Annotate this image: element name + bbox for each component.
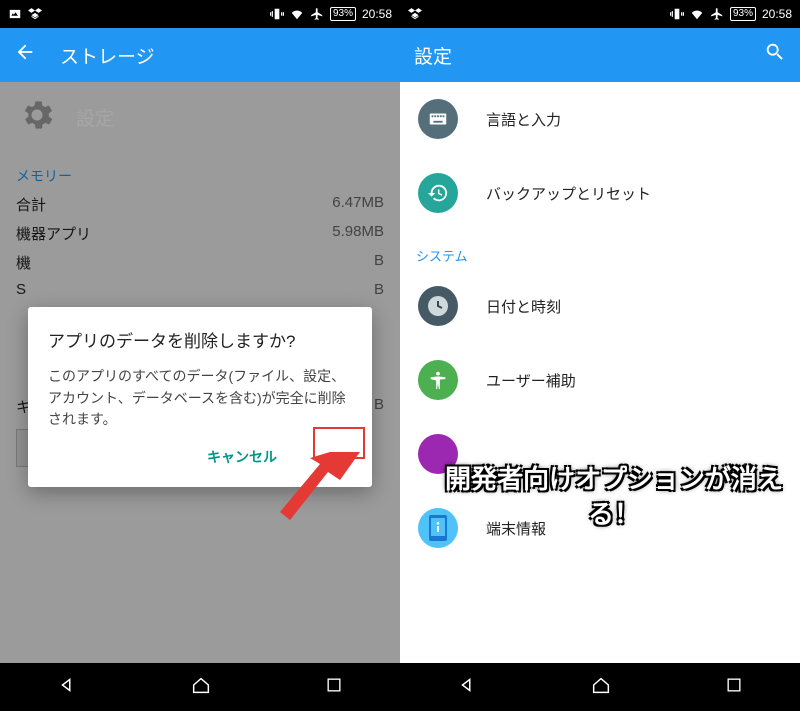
list-item-label: 日付と時刻 bbox=[486, 296, 561, 317]
cancel-button[interactable]: キャンセル bbox=[207, 447, 277, 475]
appbar-title: ストレージ bbox=[60, 42, 155, 69]
back-icon[interactable] bbox=[14, 41, 36, 69]
dialog-message: このアプリのすべてのデータ(ファイル、設定、アカウント、データベースを含む)が完… bbox=[48, 366, 352, 431]
settings-row-language[interactable]: 言語と入力 bbox=[400, 82, 800, 156]
appbar-title: 設定 bbox=[414, 42, 452, 69]
dropbox-icon bbox=[408, 7, 422, 21]
nav-bar bbox=[400, 663, 800, 711]
keyboard-icon bbox=[418, 99, 458, 139]
nav-home-icon[interactable] bbox=[590, 674, 612, 701]
airplane-icon bbox=[710, 7, 724, 21]
annotation-text: 開発者向けオプションが消える！ bbox=[438, 462, 790, 532]
vibrate-icon bbox=[670, 7, 684, 21]
group-system: システム bbox=[400, 230, 800, 269]
nav-back-icon[interactable] bbox=[56, 674, 78, 701]
clock: 20:58 bbox=[762, 7, 792, 21]
dialog-title: アプリのデータを削除しますか? bbox=[48, 327, 352, 352]
status-bar: 93% 20:58 bbox=[400, 0, 800, 28]
list-item-label: バックアップとリセット bbox=[486, 183, 651, 204]
nav-back-icon[interactable] bbox=[456, 674, 478, 701]
vibrate-icon bbox=[270, 7, 284, 21]
list-item-label: 言語と入力 bbox=[486, 109, 561, 130]
wifi-icon bbox=[290, 7, 304, 21]
nav-home-icon[interactable] bbox=[190, 674, 212, 701]
left-screen: 93% 20:58 ストレージ 設定 メモリー 合計6.47MB 機器アプリ5.… bbox=[0, 0, 400, 711]
accessibility-icon bbox=[418, 360, 458, 400]
status-bar: 93% 20:58 bbox=[0, 0, 400, 28]
wifi-icon bbox=[690, 7, 704, 21]
nav-recent-icon[interactable] bbox=[324, 675, 344, 700]
clock-icon bbox=[418, 286, 458, 326]
clock: 20:58 bbox=[362, 7, 392, 21]
battery-badge: 93% bbox=[330, 7, 356, 21]
dropbox-icon bbox=[28, 7, 42, 21]
appbar-settings: 設定 bbox=[400, 28, 800, 82]
settings-row-datetime[interactable]: 日付と時刻 bbox=[400, 269, 800, 343]
appbar-storage: ストレージ bbox=[0, 28, 400, 82]
right-screen: 93% 20:58 設定 言語と入力 バックアップとリセット bbox=[400, 0, 800, 711]
battery-badge: 93% bbox=[730, 7, 756, 21]
nav-bar bbox=[0, 663, 400, 711]
settings-row-backup[interactable]: バックアップとリセット bbox=[400, 156, 800, 230]
list-item-label: ユーザー補助 bbox=[486, 370, 576, 391]
settings-row-accessibility[interactable]: ユーザー補助 bbox=[400, 343, 800, 417]
nav-recent-icon[interactable] bbox=[724, 675, 744, 700]
image-icon bbox=[8, 7, 22, 21]
airplane-icon bbox=[310, 7, 324, 21]
restore-icon bbox=[418, 173, 458, 213]
search-icon[interactable] bbox=[764, 41, 786, 69]
annotation-arrow bbox=[270, 452, 360, 522]
